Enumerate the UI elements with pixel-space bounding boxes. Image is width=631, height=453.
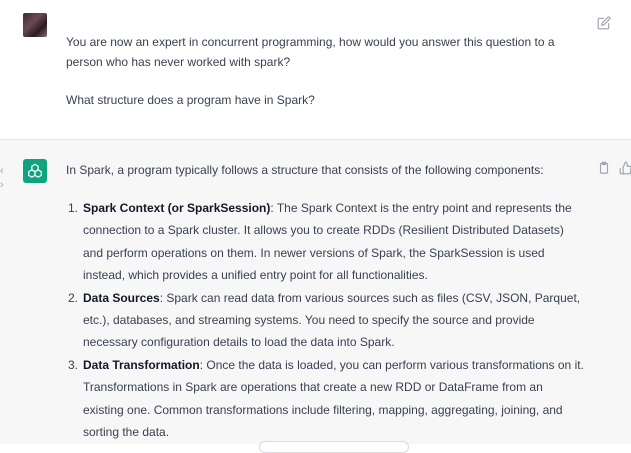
- list-item: 1. Spark Context (or SparkSession): The …: [66, 197, 586, 287]
- assistant-message-row: ‹ › In Spark, a program typically follow…: [0, 140, 631, 444]
- user-avatar: [23, 13, 47, 37]
- list-number: 1.: [67, 201, 78, 215]
- user-message-row: You are now an expert in concurrent prog…: [0, 0, 631, 140]
- clipboard-icon[interactable]: [597, 161, 611, 175]
- list-term: Data Transformation: [83, 357, 200, 372]
- component-list: 1. Spark Context (or SparkSession): The …: [66, 197, 586, 443]
- list-number: 3.: [67, 357, 78, 372]
- user-question-text: You are now an expert in concurrent prog…: [66, 35, 555, 69]
- edit-icon[interactable]: [597, 16, 611, 30]
- thumbs-up-icon[interactable]: [619, 161, 631, 175]
- chatgpt-logo-icon: [23, 159, 47, 183]
- chevron-left-icon[interactable]: ‹ ›: [0, 164, 10, 191]
- user-followup-text: What structure does a program have in Sp…: [66, 93, 315, 107]
- regenerate-button[interactable]: [259, 441, 409, 453]
- list-number: 2.: [67, 290, 78, 305]
- list-term: Data Sources: [83, 290, 160, 305]
- list-term: Spark Context (or SparkSession): [83, 201, 271, 215]
- assistant-intro-text: In Spark, a program typically follows a …: [66, 163, 544, 177]
- list-item: 2. Data Sources: Spark can read data fro…: [66, 287, 586, 354]
- list-item: 3. Data Transformation: Once the data is…: [66, 354, 586, 444]
